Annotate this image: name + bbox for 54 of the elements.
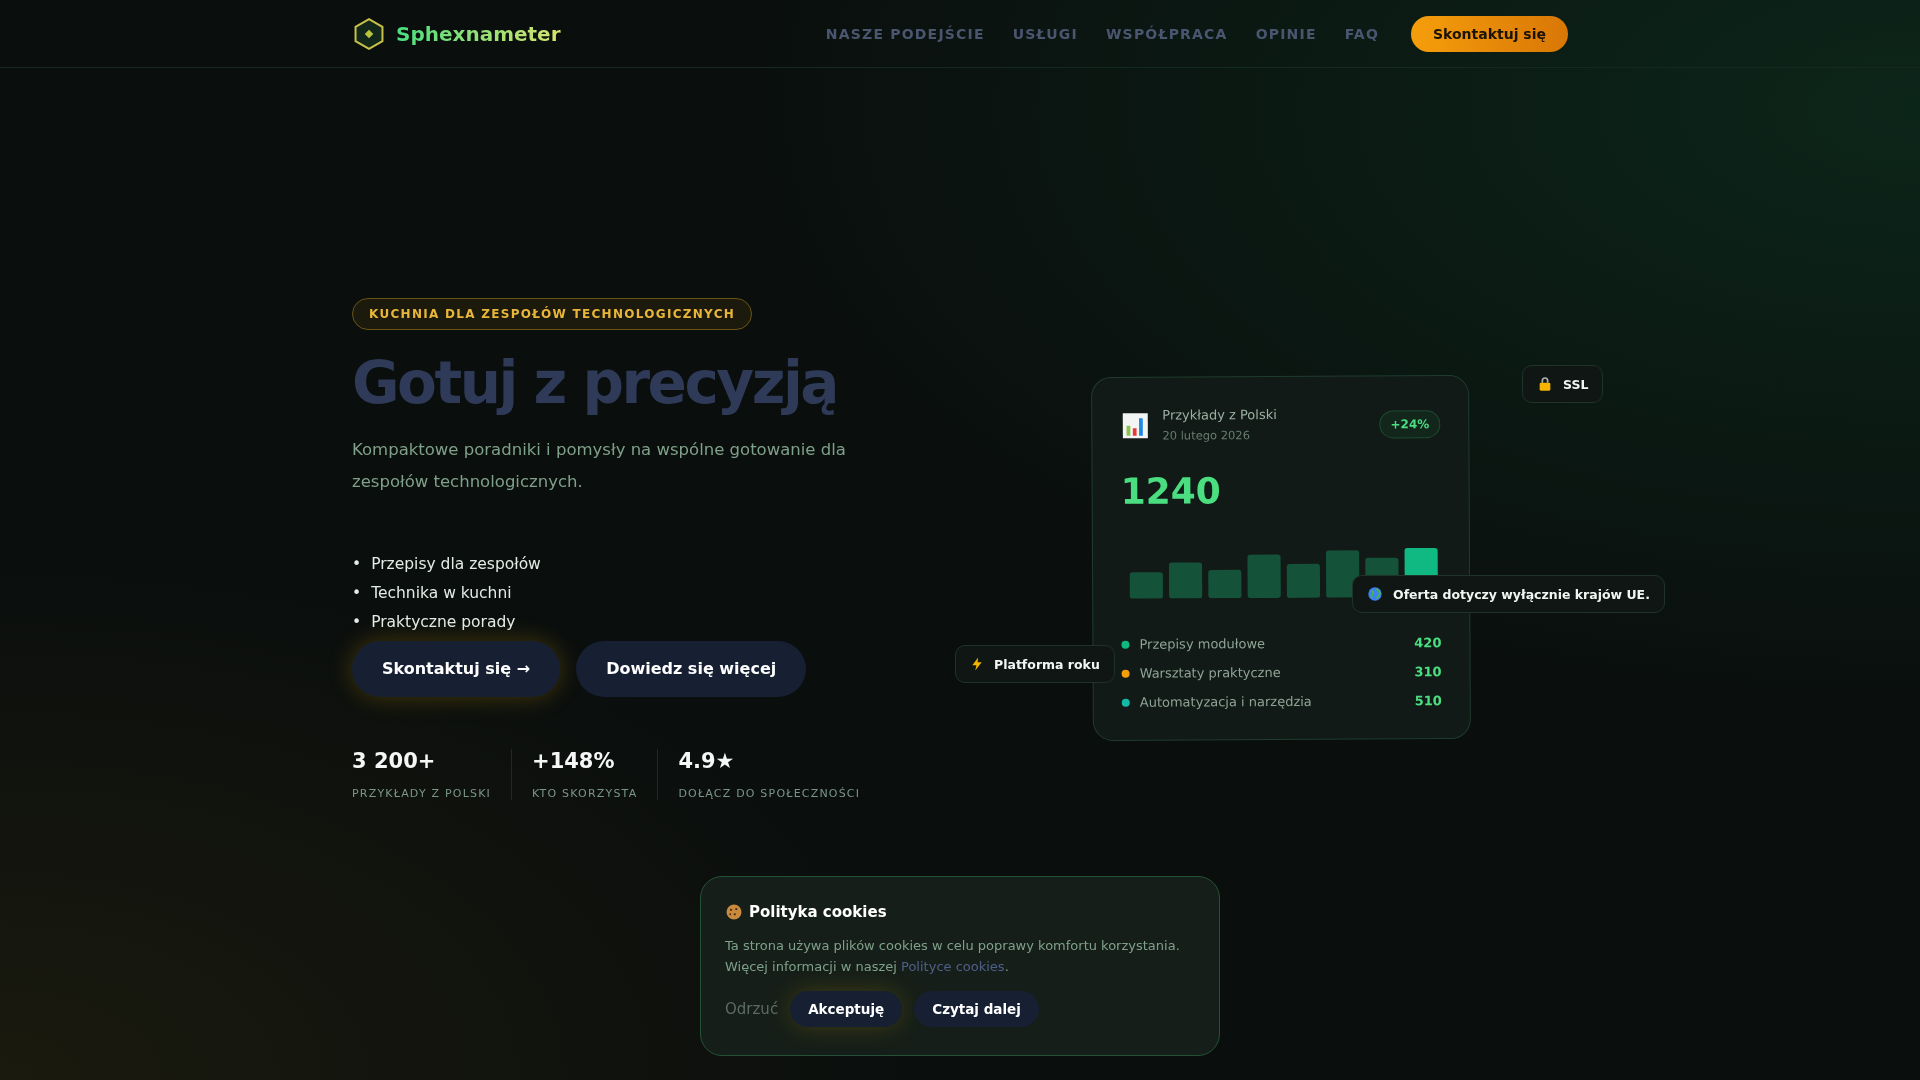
- stat-value: 4.9★: [678, 748, 736, 773]
- cookie-text: Ta strona używa plików cookies w celu poprawy komfortu korzystania. Więcej informacji w naszej Polityce cookies.: [725, 937, 1181, 976]
- reject-button[interactable]: Odrzuć: [725, 1000, 779, 1018]
- accept-button[interactable]: Akceptuję: [790, 991, 903, 1027]
- hero-subtitle: Kompaktowe poradniki i pomysły na wspólne gotowanie dla zespołów technologicznych.: [352, 438, 847, 493]
- legend-value: 420: [1414, 635, 1442, 651]
- chart-bar: [1286, 563, 1321, 598]
- feature-item: Praktyczne porady: [371, 611, 516, 633]
- hero-title: Gotuj z precyzją: [352, 352, 837, 416]
- total-value: 1240: [1120, 469, 1222, 512]
- award-badge: Platforma roku: [955, 645, 1115, 683]
- learn-more-button[interactable]: Dowiedz się więcej: [576, 640, 807, 697]
- nav-link[interactable]: WSPÓŁPRACA: [1105, 25, 1228, 42]
- stat-label: DOŁĄCZ DO SPOŁECZNOŚCI: [678, 786, 861, 800]
- read-more-button[interactable]: Czytaj dalej: [914, 991, 1039, 1027]
- change-badge: +24%: [1379, 409, 1441, 438]
- contact-button[interactable]: Skontaktuj się: [1411, 15, 1568, 52]
- hexagon-logo-icon: [352, 16, 386, 51]
- legend-label: Warsztaty praktyczne: [1139, 665, 1281, 681]
- bullet-mark: •: [352, 553, 362, 575]
- stat-label: PRZYKŁADY Z POLSKI: [352, 786, 492, 800]
- chart-bar: [1168, 562, 1203, 599]
- stat-label: KTO SKORZYSTA: [532, 786, 638, 800]
- card-title: Przykłady z Polski: [1162, 407, 1277, 423]
- legend-label: Automatyzacja i narzędzia: [1139, 693, 1312, 710]
- chart-bar: [1325, 550, 1360, 598]
- bar-chart-icon: [1120, 410, 1151, 441]
- chart-bar: [1247, 554, 1281, 599]
- cookie-icon: [725, 903, 743, 921]
- cookie-policy-link[interactable]: Polityce cookies: [901, 959, 1005, 974]
- nav-link[interactable]: FAQ: [1344, 25, 1379, 42]
- bullet-mark: •: [352, 611, 362, 633]
- cookie-title: Polityka cookies: [749, 903, 887, 921]
- card-date: 20 lutego 2026: [1162, 428, 1251, 443]
- chart-bar: [1208, 569, 1242, 599]
- feature-item: Technika w kuchni: [371, 582, 512, 604]
- nav-link[interactable]: USŁUGI: [1012, 25, 1078, 42]
- nav-link[interactable]: OPINIE: [1255, 25, 1317, 42]
- chart-bar: [1129, 572, 1163, 599]
- lock-icon: [1537, 376, 1553, 392]
- nav-link[interactable]: NASZE PODEJŚCIE: [825, 25, 985, 42]
- legend-value: 310: [1414, 664, 1442, 680]
- lightning-icon: [970, 656, 984, 672]
- contact-button[interactable]: Skontaktuj się →: [352, 640, 561, 697]
- hero-badge: KUCHNIA DLA ZESPOŁÓW TECHNOLOGICZNYCH: [352, 298, 753, 330]
- bullet-mark: •: [352, 582, 362, 604]
- stat-value: 3 200+: [352, 748, 437, 773]
- stat-value: +148%: [532, 748, 616, 773]
- globe-icon: [1367, 586, 1383, 602]
- legend-value: 510: [1414, 693, 1442, 709]
- legend-label: Przepisy modułowe: [1139, 636, 1266, 652]
- offer-badge: Oferta dotyczy wyłącznie krajów UE.: [1352, 575, 1665, 613]
- ssl-badge: SSL: [1522, 365, 1604, 403]
- feature-item: Przepisy dla zespołów: [371, 553, 541, 575]
